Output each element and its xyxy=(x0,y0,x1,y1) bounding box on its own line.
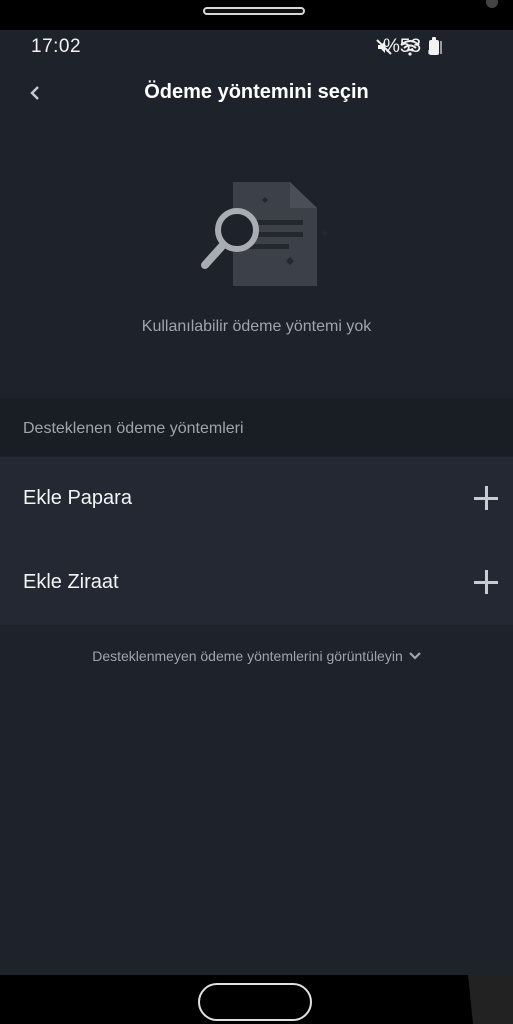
app-header: Ödeme yöntemini seçin xyxy=(0,70,513,120)
battery-icon xyxy=(429,37,439,55)
document-search-icon xyxy=(201,182,328,286)
status-time: 17:02 xyxy=(31,36,82,57)
device-top-bezel xyxy=(0,0,513,30)
status-bar: 17:02 %53 xyxy=(0,30,513,64)
page-title: Ödeme yöntemini seçin xyxy=(144,81,369,103)
bezel-edge xyxy=(468,975,513,1024)
section-label: Desteklenen ödeme yöntemleri xyxy=(23,420,244,437)
camera-dot xyxy=(486,0,498,8)
empty-state-message: Kullanılabilir ödeme yöntemi yok xyxy=(141,318,372,335)
add-ziraat-row[interactable]: Ekle Ziraat xyxy=(0,541,513,625)
home-button[interactable] xyxy=(198,983,312,1021)
app-screen: 17:02 %53 Ödeme yöntemini seçin Kullanıl… xyxy=(0,30,513,975)
plus-icon[interactable] xyxy=(474,486,498,510)
view-unsupported-link[interactable]: Desteklenmeyen ödeme yöntemlerini görünt… xyxy=(0,648,513,664)
payment-method-list: Ekle Papara Ekle Ziraat xyxy=(0,457,513,625)
chevron-down-icon xyxy=(408,652,421,660)
method-label: Ekle Ziraat xyxy=(23,571,119,593)
add-papara-row[interactable]: Ekle Papara xyxy=(0,457,513,541)
supported-section-header: Desteklenen ödeme yöntemleri xyxy=(0,398,513,456)
plus-icon[interactable] xyxy=(474,570,498,594)
battery-percent: %53 xyxy=(383,36,422,57)
device-bottom-bezel xyxy=(0,975,513,1024)
speaker-grille xyxy=(203,7,305,15)
unsupported-link-label: Desteklenmeyen ödeme yöntemlerini görünt… xyxy=(92,648,403,664)
method-label: Ekle Papara xyxy=(23,487,132,509)
